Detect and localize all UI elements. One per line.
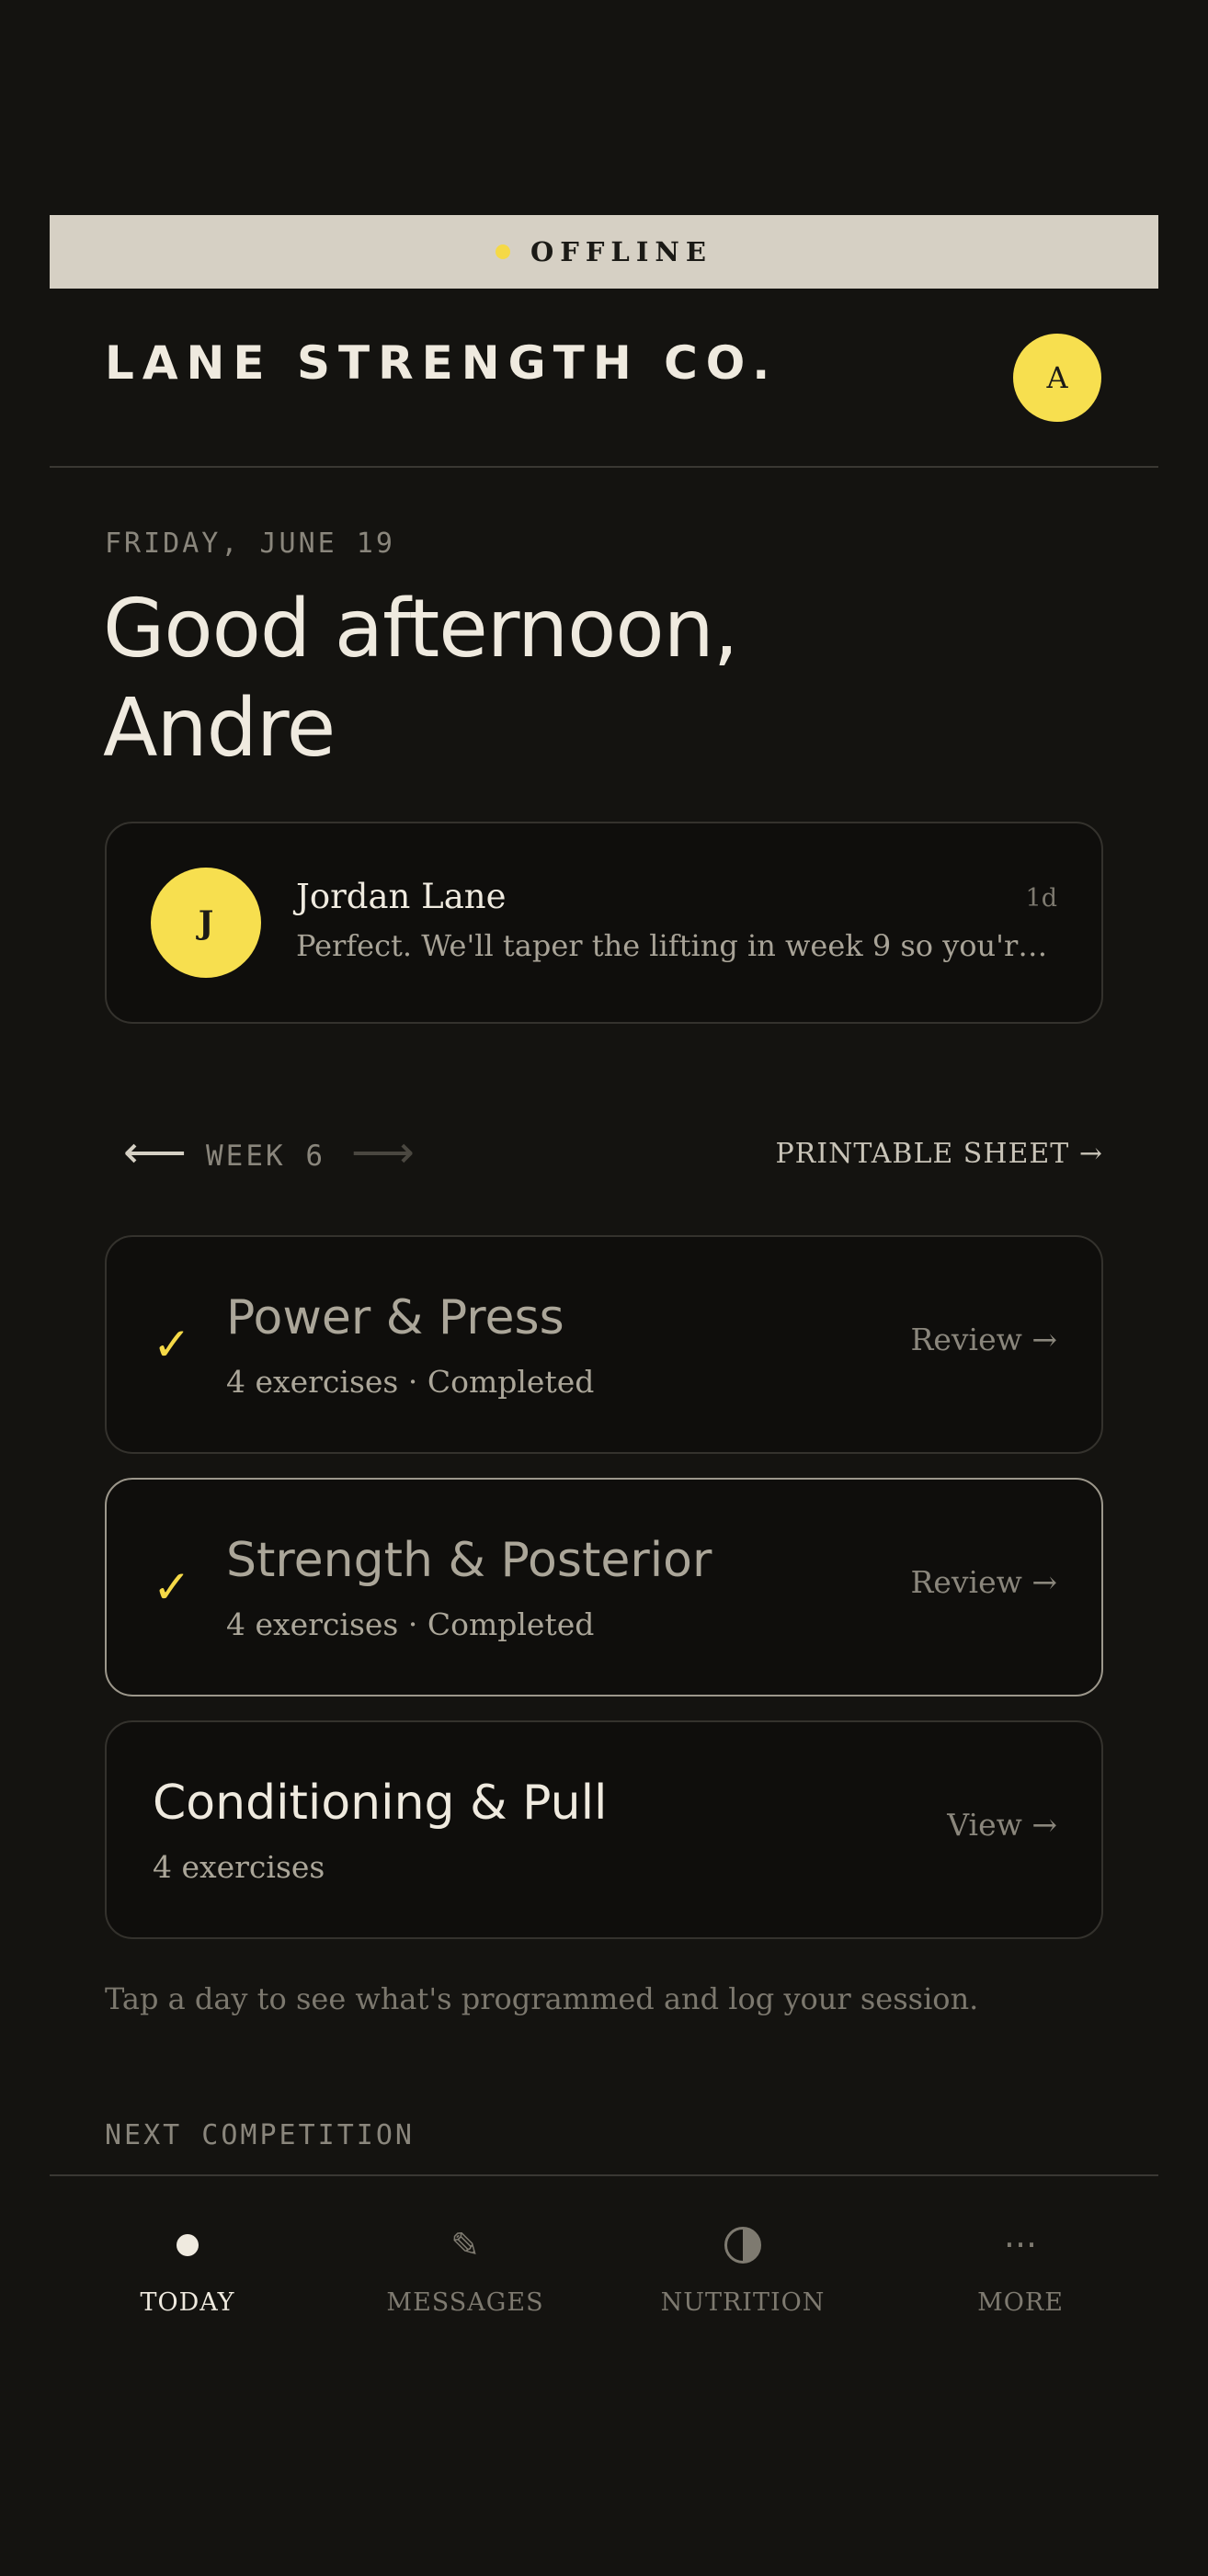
next-competition-heading: NEXT COMPETITION (105, 2119, 415, 2151)
check-icon: ✓ (153, 1318, 191, 1371)
day-subtitle: 4 exercises · Completed (226, 1606, 595, 1642)
offline-banner: OFFLINE (50, 215, 1158, 289)
next-week-arrow-icon[interactable]: ⟶ (351, 1127, 415, 1178)
offline-label: OFFLINE (530, 236, 712, 267)
user-avatar[interactable]: A (1013, 334, 1101, 422)
sender-avatar: J (151, 868, 261, 978)
week-label: WEEK 6 (206, 1140, 325, 1173)
view-link[interactable]: View → (947, 1807, 1057, 1843)
tab-today[interactable]: TODAY (50, 2176, 325, 2360)
day-title: Conditioning & Pull (153, 1776, 608, 1831)
more-icon: ··· (1003, 2225, 1038, 2265)
half-circle-icon (724, 2227, 761, 2264)
status-dot-icon (495, 244, 510, 259)
tab-messages[interactable]: ✎ MESSAGES (327, 2176, 603, 2360)
day-title: Power & Press (226, 1290, 564, 1345)
tab-label: TODAY (140, 2288, 235, 2317)
app-header: LANE STRENGTH CO. A (50, 289, 1158, 468)
day-hint-text: Tap a day to see what's programmed and l… (105, 1981, 979, 2016)
tab-label: MORE (977, 2288, 1064, 2317)
greeting-line2: Andre (103, 681, 336, 775)
check-icon: ✓ (153, 1560, 191, 1614)
previous-week-arrow-icon[interactable]: ⟵ (123, 1127, 187, 1178)
review-link[interactable]: Review → (911, 1564, 1058, 1600)
day-card-strength-posterior[interactable]: ✓ Strength & Posterior 4 exercises · Com… (105, 1478, 1103, 1697)
tab-label: NUTRITION (660, 2288, 826, 2317)
sender-name: Jordan Lane (296, 877, 507, 916)
brand-name: LANE STRENGTH CO. (105, 336, 779, 390)
day-title: Strength & Posterior (226, 1533, 712, 1588)
bottom-tab-bar: TODAY ✎ MESSAGES NUTRITION ··· MORE (50, 2174, 1158, 2358)
printable-sheet-link[interactable]: PRINTABLE SHEET → (775, 1138, 1103, 1170)
current-date: FRIDAY, JUNE 19 (105, 528, 395, 560)
message-preview: Perfect. We'll taper the lifting in week… (296, 928, 1059, 963)
pencil-icon: ✎ (450, 2225, 480, 2265)
latest-message-card[interactable]: J Jordan Lane 1d Perfect. We'll taper th… (105, 822, 1103, 1024)
tab-more[interactable]: ··· MORE (883, 2176, 1158, 2360)
day-subtitle: 4 exercises (153, 1849, 325, 1885)
greeting-line1: Good afternoon, (103, 582, 738, 675)
app-frame: OFFLINE LANE STRENGTH CO. A FRIDAY, JUNE… (50, 0, 1158, 2576)
tab-nutrition[interactable]: NUTRITION (605, 2176, 881, 2360)
tab-label: MESSAGES (386, 2288, 544, 2317)
day-subtitle: 4 exercises · Completed (226, 1364, 595, 1400)
review-link[interactable]: Review → (911, 1322, 1058, 1357)
day-card-conditioning-pull[interactable]: Conditioning & Pull 4 exercises View → (105, 1720, 1103, 1939)
dot-icon (177, 2234, 199, 2256)
day-card-power-press[interactable]: ✓ Power & Press 4 exercises · Completed … (105, 1235, 1103, 1454)
week-navigation: ⟵ WEEK 6 ⟶ PRINTABLE SHEET → (105, 1127, 1103, 1182)
message-time: 1d (1025, 884, 1057, 913)
greeting-heading: Good afternoon, Andre (103, 579, 1022, 777)
